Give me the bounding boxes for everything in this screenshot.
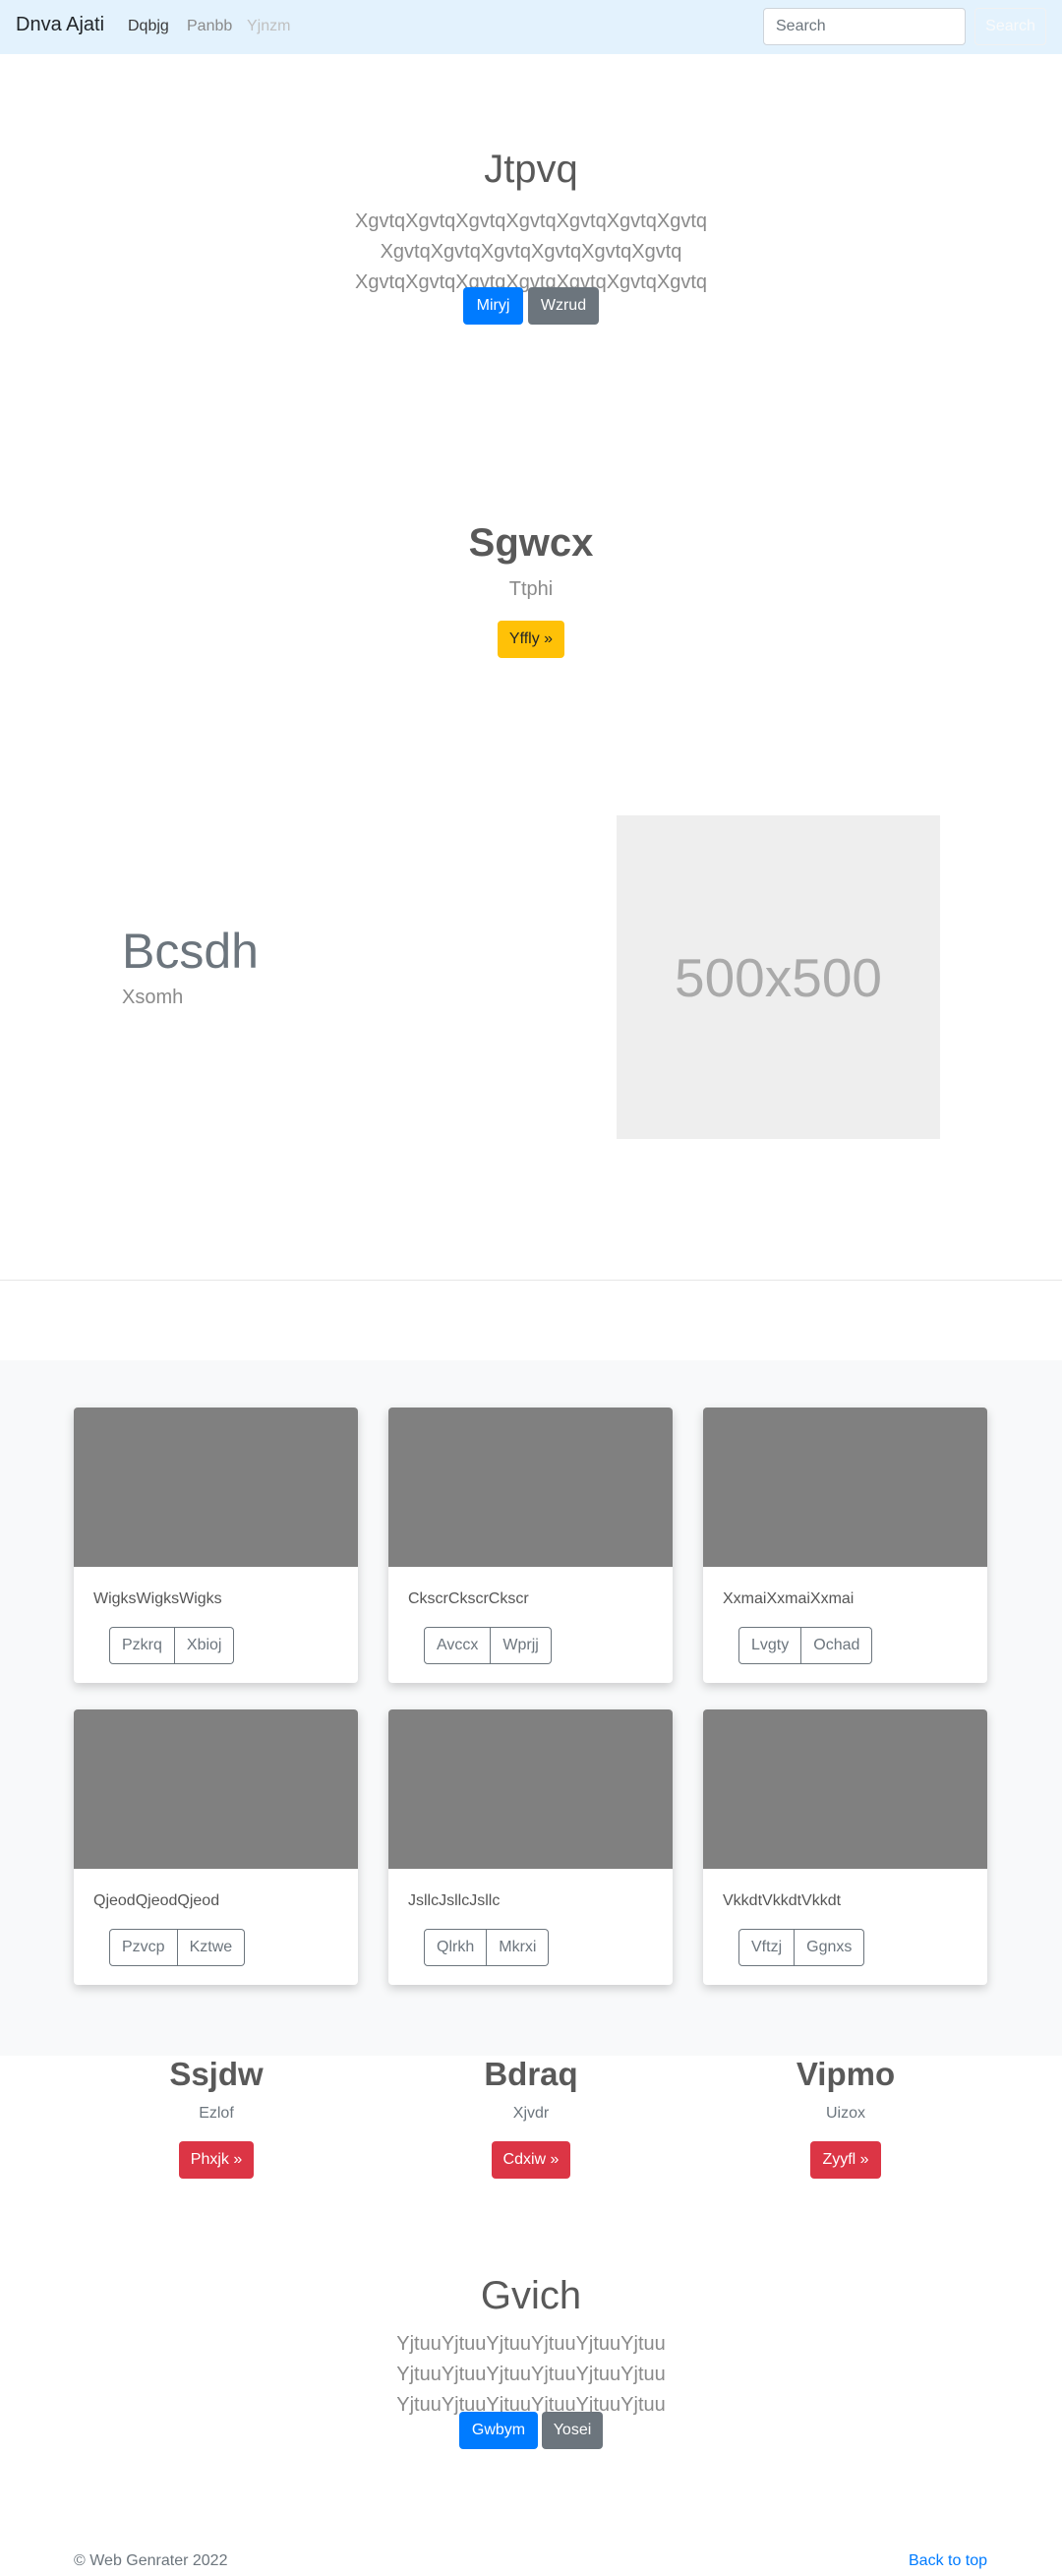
card-button-group: Qlrkh Mkrxi [424, 1929, 550, 1966]
feature-title: Bcsdh [122, 924, 259, 979]
card: XxmaiXxmaiXxmai Lvgty Ochad [703, 1408, 987, 1683]
nav-link-yjnzm[interactable]: Yjnzm [247, 18, 290, 35]
hero-title: Jtpvq [484, 148, 578, 191]
card-button-1[interactable]: Qlrkh [424, 1929, 488, 1966]
card-button-2[interactable]: Xbioj [174, 1627, 235, 1664]
card-button-2[interactable]: Wprjj [491, 1627, 552, 1664]
divider [0, 1280, 1062, 1281]
card-text: CkscrCkscrCkscr [408, 1590, 529, 1607]
hero2-secondary-button[interactable]: Yosei [542, 2412, 603, 2449]
placeholder-image-label: 500x500 [674, 946, 883, 1008]
card-image [388, 1408, 673, 1567]
card-button-group: Pzkrq Xbioj [109, 1627, 235, 1664]
card: WigksWigksWigks Pzkrq Xbioj [74, 1408, 358, 1683]
card-button-group: Pzvcp Kztwe [109, 1929, 246, 1966]
hero-primary-button[interactable]: Miryj [463, 287, 523, 325]
placeholder-image: 500x500 [617, 815, 940, 1139]
column-button[interactable]: Phxjk » [179, 2141, 254, 2179]
card-image [388, 1709, 673, 1869]
card-button-1[interactable]: Pzkrq [109, 1627, 175, 1664]
card-text: XxmaiXxmaiXxmai [723, 1590, 855, 1607]
column-button[interactable]: Cdxiw » [492, 2141, 570, 2179]
footer-copyright: © Web Genrater 2022 [74, 2552, 228, 2569]
section-subtitle: Ttphi [508, 578, 554, 600]
section-warning-button[interactable]: Yffly » [498, 621, 564, 658]
card-button-1[interactable]: Vftzj [738, 1929, 796, 1966]
card-text: JsllcJsllcJsllc [408, 1892, 501, 1909]
hero-lead: XgvtqXgvtqXgvtqXgvtqXgvtqXgvtqXgvtq Xgvt… [355, 210, 707, 293]
card-text: VkkdtVkkdtVkkdt [723, 1892, 842, 1909]
card-button-1[interactable]: Lvgty [738, 1627, 802, 1664]
card-button-2[interactable]: Ochad [801, 1627, 873, 1664]
hero2-title: Gvich [480, 2274, 582, 2317]
back-to-top-link[interactable]: Back to top [909, 2552, 987, 2570]
column-subtitle: Xjvdr [512, 2105, 550, 2122]
card-image [74, 1408, 358, 1567]
card: CkscrCkscrCkscr Avccx Wprjj [388, 1408, 673, 1683]
navbar-brand[interactable]: Dnva Ajati [16, 14, 104, 36]
hero2-lead: YjtuuYjtuuYjtuuYjtuuYjtuuYjtuu YjtuuYjtu… [396, 2333, 666, 2416]
card-image [703, 1408, 987, 1567]
card-text: WigksWigksWigks [93, 1590, 222, 1607]
column-title: Vipmo [796, 2056, 896, 2092]
card-button-2[interactable]: Kztwe [177, 1929, 246, 1966]
card-image [74, 1709, 358, 1869]
nav-link-panbb[interactable]: Panbb [187, 18, 232, 35]
card-button-1[interactable]: Avccx [424, 1627, 492, 1664]
column-button[interactable]: Zyyfl » [810, 2141, 881, 2179]
card: VkkdtVkkdtVkkdt Vftzj Ggnxs [703, 1709, 987, 1985]
card-text: QjeodQjeodQjeod [93, 1892, 220, 1909]
card: QjeodQjeodQjeod Pzvcp Kztwe [74, 1709, 358, 1985]
feature-subtitle: Xsomh [122, 987, 184, 1008]
card-button-2[interactable]: Ggnxs [795, 1929, 865, 1966]
card-button-group: Lvgty Ochad [738, 1627, 873, 1664]
card-image [703, 1709, 987, 1869]
section-title: Sgwcx [468, 521, 594, 565]
column-title: Ssjdw [169, 2056, 264, 2092]
card-button-group: Vftzj Ggnxs [738, 1929, 865, 1966]
card: JsllcJsllcJsllc Qlrkh Mkrxi [388, 1709, 673, 1985]
navbar: Dnva Ajati Dqbjg Panbb Yjnzm Search [0, 0, 1062, 54]
nav-link-dqbjg[interactable]: Dqbjg [128, 18, 169, 35]
column-title: Bdraq [484, 2056, 578, 2092]
card-button-group: Avccx Wprjj [424, 1627, 552, 1664]
column-subtitle: Uizox [825, 2105, 865, 2122]
search-button[interactable]: Search [974, 8, 1046, 45]
card-button-2[interactable]: Mkrxi [487, 1929, 550, 1966]
column-subtitle: Ezlof [199, 2105, 234, 2122]
hero-secondary-button[interactable]: Wzrud [528, 287, 599, 325]
card-button-1[interactable]: Pzvcp [109, 1929, 178, 1966]
hero2-primary-button[interactable]: Gwbym [459, 2412, 538, 2449]
search-input[interactable] [763, 8, 966, 45]
